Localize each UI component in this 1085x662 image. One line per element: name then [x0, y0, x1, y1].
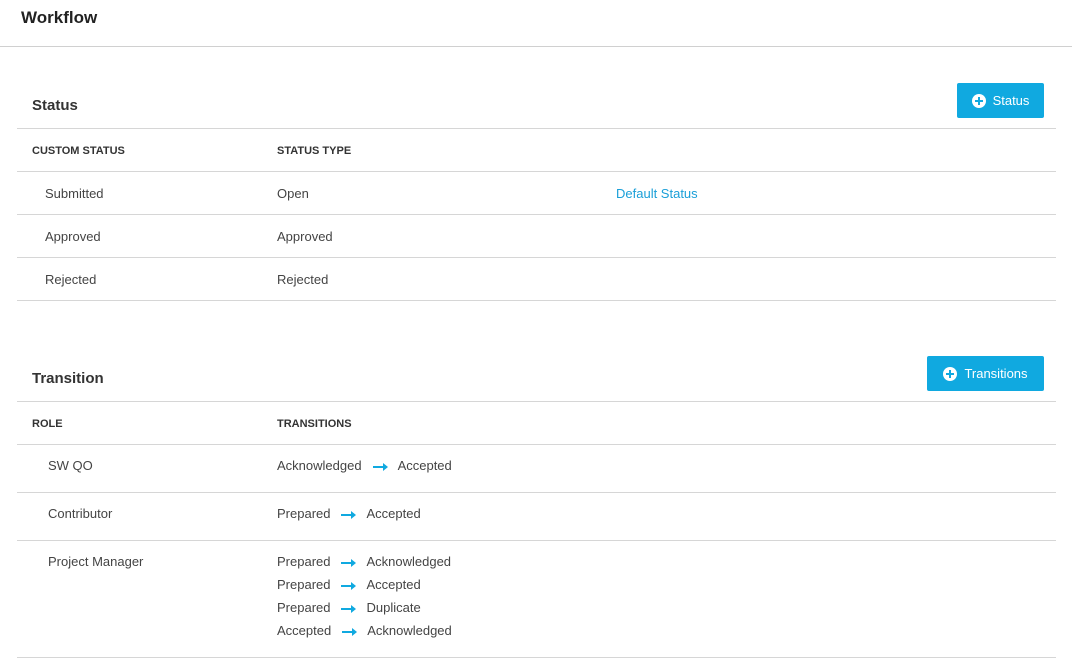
add-status-button-label: Status	[992, 93, 1030, 108]
default-status-link[interactable]: Default Status	[616, 186, 698, 201]
plus-circle-icon	[943, 366, 958, 381]
table-row[interactable]: Contributor Prepared Accepted	[17, 493, 1056, 541]
transition-item: Acknowledged Accepted	[277, 458, 452, 481]
transition-section-header: Transition Transitions	[17, 356, 1056, 402]
transition-section: Transition Transitions ROLE TRANSITIONS …	[17, 356, 1056, 658]
status-type: Rejected	[277, 272, 329, 287]
transition-list: Acknowledged Accepted	[277, 458, 452, 481]
transition-item: Prepared Accepted	[277, 506, 421, 529]
transition-item: Prepared Accepted	[277, 577, 452, 600]
arrow-right-icon	[342, 627, 358, 636]
transition-to: Accepted	[366, 506, 421, 521]
transition-from: Acknowledged	[277, 458, 362, 473]
transition-from: Prepared	[277, 577, 331, 592]
page-title: Workflow	[21, 8, 98, 27]
transition-item: Prepared Acknowledged	[277, 554, 452, 577]
column-header-status-type: STATUS TYPE	[277, 145, 352, 157]
arrow-right-icon	[372, 462, 388, 471]
transition-from: Accepted	[277, 623, 332, 638]
transition-to: Accepted	[397, 458, 452, 473]
arrow-right-icon	[341, 581, 357, 590]
add-status-button[interactable]: Status	[957, 83, 1044, 118]
transition-to: Acknowledged	[367, 623, 452, 638]
role-name: SW QO	[48, 458, 93, 473]
transition-item: Accepted Acknowledged	[277, 623, 452, 646]
transition-from: Prepared	[277, 506, 331, 521]
transition-item: Prepared Duplicate	[277, 600, 452, 623]
page-header: Workflow	[0, 0, 1072, 47]
role-name: Contributor	[48, 506, 113, 521]
status-name: Submitted	[45, 186, 104, 201]
status-type: Open	[277, 186, 309, 201]
transition-from: Prepared	[277, 554, 331, 569]
add-transitions-button[interactable]: Transitions	[927, 356, 1044, 391]
transition-to: Acknowledged	[366, 554, 452, 569]
transition-from: Prepared	[277, 600, 331, 615]
transition-list: Prepared Acknowledged Prepared Accepted Pr…	[277, 554, 452, 646]
arrow-right-icon	[341, 510, 357, 519]
status-type: Approved	[277, 229, 333, 244]
table-row[interactable]: Project Manager Prepared Acknowledged Pre…	[17, 541, 1056, 658]
column-header-transitions: TRANSITIONS	[277, 418, 352, 430]
table-row[interactable]: Rejected Rejected	[17, 258, 1056, 301]
arrow-right-icon	[341, 558, 357, 567]
status-section: Status Status CUSTOM STATUS STATUS TYPE …	[17, 83, 1056, 301]
table-row[interactable]: Submitted Open Default Status	[17, 172, 1056, 215]
status-section-header: Status Status	[17, 83, 1056, 129]
status-name: Approved	[45, 229, 101, 244]
transition-section-title: Transition	[32, 370, 104, 387]
role-name: Project Manager	[48, 554, 144, 569]
arrow-right-icon	[341, 604, 357, 613]
table-row[interactable]: Approved Approved	[17, 215, 1056, 258]
column-header-custom-status: CUSTOM STATUS	[32, 145, 125, 157]
add-transitions-button-label: Transitions	[964, 366, 1028, 381]
status-name: Rejected	[45, 272, 97, 287]
column-header-role: ROLE	[32, 418, 63, 430]
table-row[interactable]: SW QO Acknowledged Accepted	[17, 445, 1056, 493]
transition-table-header: ROLE TRANSITIONS	[17, 402, 1056, 445]
transition-to: Duplicate	[366, 600, 421, 615]
status-table-header: CUSTOM STATUS STATUS TYPE	[17, 129, 1056, 172]
status-section-title: Status	[32, 97, 78, 114]
plus-circle-icon	[971, 93, 986, 108]
transition-list: Prepared Accepted	[277, 506, 421, 529]
transition-to: Accepted	[366, 577, 421, 592]
